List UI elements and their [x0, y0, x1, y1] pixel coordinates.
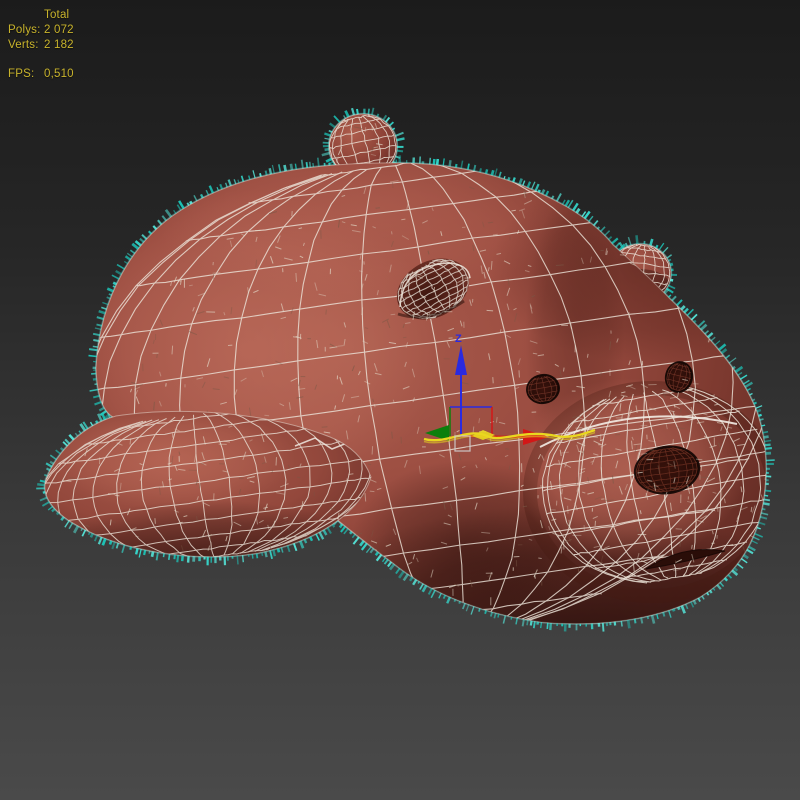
- stats-spacer: [8, 8, 44, 23]
- viewport-statistics: Total Polys: 2 072 Verts: 2 182 FPS: 0,5…: [8, 8, 74, 82]
- bear-model[interactable]: [35, 114, 800, 785]
- z-axis-label: Z: [455, 333, 462, 345]
- stats-polys-row: Polys: 2 072: [8, 23, 74, 38]
- stats-total-header: Total: [44, 8, 69, 23]
- polys-value: 2 072: [44, 23, 74, 38]
- viewport-stage: Z Total Polys: 2 072 Verts: 2 182 FPS:: [0, 0, 800, 800]
- stats-fps-row: FPS: 0,510: [8, 67, 74, 82]
- stats-header-row: Total: [8, 8, 74, 23]
- fps-value: 0,510: [44, 67, 74, 82]
- left-arm: [35, 406, 385, 624]
- polys-label: Polys:: [8, 23, 44, 38]
- verts-label: Verts:: [8, 38, 44, 53]
- fps-label: FPS:: [8, 67, 44, 82]
- viewport-3d[interactable]: Z: [0, 0, 800, 800]
- stats-verts-row: Verts: 2 182: [8, 38, 74, 53]
- verts-value: 2 182: [44, 38, 74, 53]
